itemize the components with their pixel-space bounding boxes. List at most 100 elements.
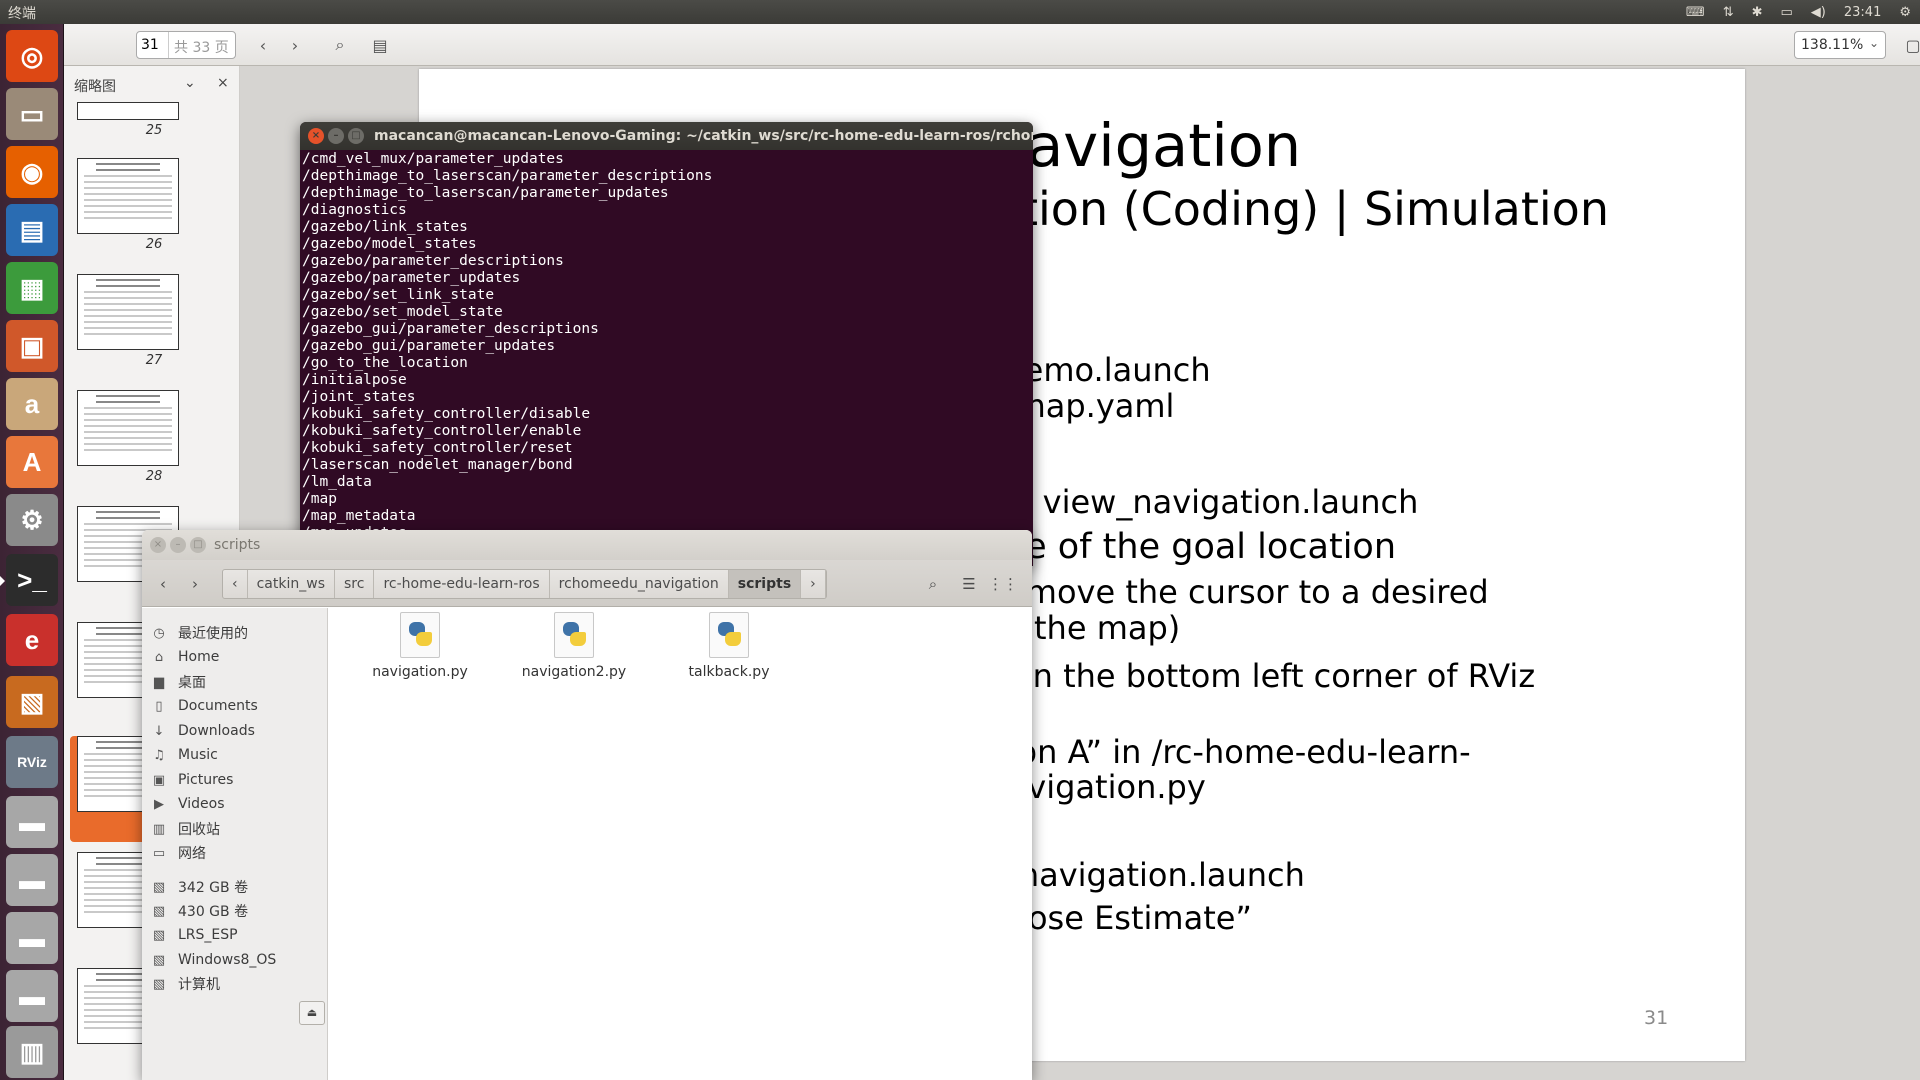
- breadcrumb: ‹ catkin_ws src rc-home-edu-learn-ros rchome…: [222, 569, 827, 599]
- sidebar-title: 缩略图: [74, 79, 116, 95]
- bluetooth-icon[interactable]: ✱: [1752, 5, 1763, 20]
- search-button[interactable]: ⌕: [918, 569, 948, 599]
- previous-page-button[interactable]: ‹: [248, 31, 278, 59]
- page-number-input[interactable]: 31 共 33 页: [136, 31, 236, 59]
- breadcrumb-item[interactable]: rc-home-edu-learn-ros: [374, 570, 550, 598]
- sidebar-item-label: Music: [178, 747, 218, 763]
- terminal-titlebar[interactable]: × – □ macancan@macancan-Lenovo-Gaming: ~…: [300, 122, 1033, 150]
- sidebar-item[interactable]: ▧ 430 GB 卷: [150, 900, 248, 922]
- thumbnail-page[interactable]: [77, 390, 179, 466]
- thumbnail-page[interactable]: [77, 102, 179, 120]
- sidebar-item[interactable]: ▧ Windows8_OS: [150, 949, 276, 971]
- chevron-right-icon: ›: [192, 575, 198, 593]
- file-item[interactable]: talkback.py: [669, 612, 789, 680]
- zoom-select[interactable]: 138.11% ⌄: [1794, 31, 1886, 59]
- minimize-icon[interactable]: –: [170, 537, 186, 553]
- sidebar-item[interactable]: ▣ Pictures: [150, 769, 234, 791]
- grid-view-button[interactable]: ⋮⋮: [988, 569, 1018, 599]
- thumbnail-page-number: 26: [145, 237, 163, 252]
- terminal-line: /map_metadata: [302, 508, 416, 524]
- back-button[interactable]: ‹: [148, 569, 178, 599]
- drive-icon[interactable]: ▬: [6, 796, 58, 848]
- sidebar-item[interactable]: ▶ Videos: [150, 793, 225, 815]
- sidebar-item-label: Windows8_OS: [178, 952, 277, 968]
- sidebar-item[interactable]: ◷ 最近使用的: [150, 622, 248, 644]
- clock[interactable]: 23:41: [1844, 5, 1881, 20]
- thumbnail-page-number: 25: [145, 123, 163, 138]
- sidebar-item[interactable]: ▥ 回收站: [150, 818, 220, 840]
- sidebar-item[interactable]: ▆ 桌面: [150, 671, 206, 693]
- breadcrumb-item[interactable]: src: [335, 570, 375, 598]
- amazon-icon[interactable]: a: [6, 378, 58, 430]
- sidebar-item[interactable]: ▭ 网络: [150, 842, 206, 864]
- network-icon[interactable]: ⇅: [1723, 5, 1734, 20]
- calc-icon[interactable]: ▦: [6, 262, 58, 314]
- file-manager-window[interactable]: × – □ scripts ‹ › ‹ catkin_ws src rc-home-e…: [142, 530, 1032, 1080]
- terminal-window[interactable]: × – □ macancan@macancan-Lenovo-Gaming: ~…: [300, 122, 1033, 566]
- search-button[interactable]: ⌕: [324, 31, 356, 59]
- thumbnail-page[interactable]: [77, 274, 179, 350]
- software-center-icon[interactable]: A: [6, 436, 58, 488]
- videos-icon: ▶: [154, 796, 164, 812]
- drive-icon[interactable]: ▬: [6, 912, 58, 964]
- terminal-icon[interactable]: >_: [0, 554, 58, 606]
- sidebar-item[interactable]: ▧ LRS_ESP: [150, 924, 238, 946]
- terminal-line: /gazebo/set_model_state: [302, 304, 503, 320]
- drive-icon[interactable]: ▬: [6, 970, 58, 1022]
- firefox-icon[interactable]: ◉: [6, 146, 58, 198]
- sidebar-item-label: Downloads: [178, 723, 255, 739]
- virtualbox-icon[interactable]: ▧: [6, 676, 58, 728]
- impress-icon[interactable]: ▣: [6, 320, 58, 372]
- rviz-icon[interactable]: RViz: [6, 736, 58, 788]
- battery-icon[interactable]: ▭: [1781, 5, 1793, 20]
- maximize-icon[interactable]: □: [348, 128, 364, 144]
- terminal-output[interactable]: /cmd_vel_mux/parameter_updates/depthimag…: [302, 151, 1031, 559]
- current-page[interactable]: 31: [137, 32, 169, 58]
- slide-page-number: 31: [1644, 1007, 1669, 1029]
- sidebar-item[interactable]: ▧ 计算机: [150, 973, 220, 995]
- file-item[interactable]: navigation2.py: [514, 612, 634, 680]
- annotations-button[interactable]: ▢: [1898, 31, 1920, 59]
- sidebar-item[interactable]: ▧ 342 GB 卷: [150, 876, 248, 898]
- trash-icon[interactable]: ▥: [6, 1026, 58, 1078]
- close-icon[interactable]: ×: [308, 128, 324, 144]
- drive-icon[interactable]: ▬: [6, 854, 58, 906]
- volume-icon[interactable]: ◀): [1811, 5, 1826, 20]
- sidebar-item[interactable]: ↓ Downloads: [150, 720, 255, 742]
- eject-icon[interactable]: ⏏: [299, 1001, 325, 1025]
- files-app-icon[interactable]: ▭: [6, 88, 58, 140]
- breadcrumb-item[interactable]: scripts: [728, 570, 802, 598]
- next-page-button[interactable]: ›: [280, 31, 310, 59]
- list-view-button[interactable]: ☰: [954, 569, 984, 599]
- terminal-title: macancan@macancan-Lenovo-Gaming: ~/catki…: [374, 128, 1033, 144]
- keyboard-icon[interactable]: ⌨: [1686, 5, 1705, 20]
- terminal-line: /diagnostics: [302, 202, 407, 218]
- settings-icon[interactable]: ⚙: [1899, 5, 1911, 20]
- files-titlebar[interactable]: × – □ scripts: [142, 530, 1032, 560]
- chevron-down-icon[interactable]: ⌄: [184, 75, 196, 91]
- files-toolbar: ‹ › ‹ catkin_ws src rc-home-edu-learn-ros rc…: [142, 560, 1032, 607]
- pictures-icon: ▣: [152, 772, 166, 788]
- sidebar-item-label: Pictures: [178, 772, 234, 788]
- sidebar-item[interactable]: ▯ Documents: [150, 695, 257, 717]
- breadcrumb-scroll-right[interactable]: ›: [801, 570, 826, 598]
- close-icon[interactable]: ×: [217, 75, 229, 91]
- writer-icon[interactable]: ▤: [6, 204, 58, 256]
- sidebar-item-label: 计算机: [178, 977, 220, 993]
- forward-button[interactable]: ›: [180, 569, 210, 599]
- thumbnail-header: 缩略图 ⌄ ×: [64, 66, 240, 102]
- print-button[interactable]: ▤: [364, 31, 396, 59]
- breadcrumb-item[interactable]: catkin_ws: [248, 570, 335, 598]
- thumbnail-page[interactable]: [77, 158, 179, 234]
- system-settings-icon[interactable]: ⚙: [6, 494, 58, 546]
- pdf-viewer-icon[interactable]: e: [6, 614, 58, 666]
- close-icon[interactable]: ×: [150, 537, 166, 553]
- file-item[interactable]: navigation.py: [360, 612, 480, 680]
- breadcrumb-scroll-left[interactable]: ‹: [223, 570, 248, 598]
- breadcrumb-item[interactable]: rchomeedu_navigation: [550, 570, 729, 598]
- minimize-icon[interactable]: –: [328, 128, 344, 144]
- sidebar-item[interactable]: ⌂ Home: [150, 646, 219, 668]
- ubuntu-dash-icon[interactable]: ◎: [6, 30, 58, 82]
- maximize-icon[interactable]: □: [190, 537, 206, 553]
- sidebar-item[interactable]: ♫ Music: [150, 744, 218, 766]
